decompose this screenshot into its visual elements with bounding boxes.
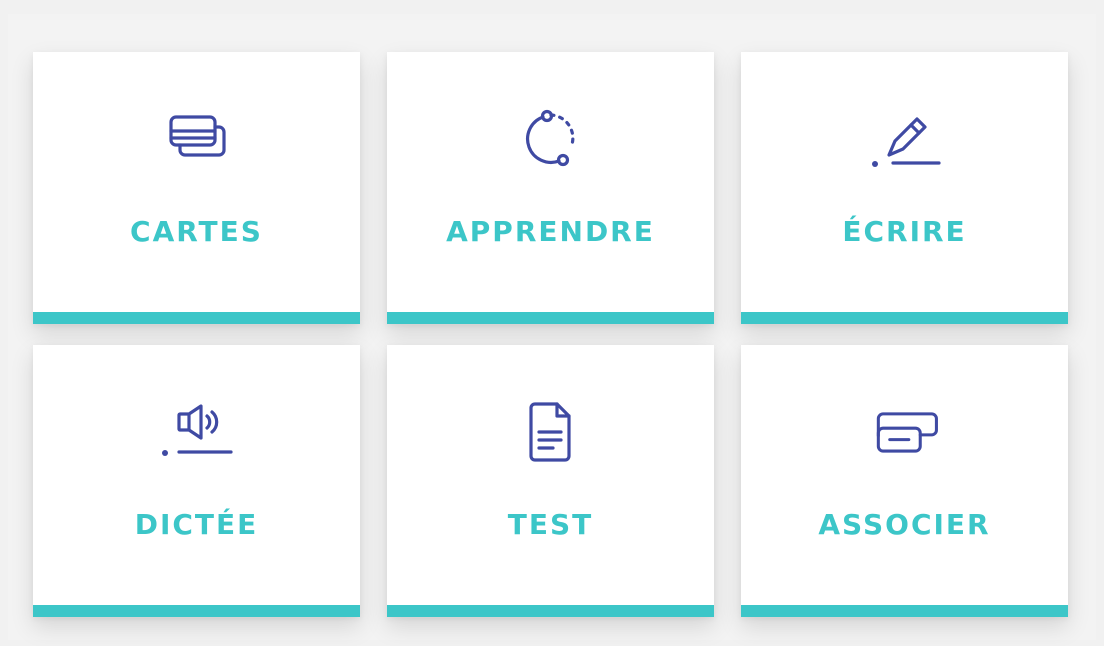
mode-label-apprendre: APPRENDRE <box>446 215 655 248</box>
mode-label-cartes: CARTES <box>130 215 263 248</box>
match-icon <box>865 397 945 467</box>
mode-label-test: TEST <box>507 508 594 541</box>
mode-card-associer[interactable]: ASSOCIER <box>741 345 1068 617</box>
pen-write-icon <box>865 104 945 174</box>
mode-label-associer: ASSOCIER <box>818 508 991 541</box>
accent-bar <box>387 605 714 617</box>
cards-icon <box>157 104 237 174</box>
accent-bar <box>33 605 360 617</box>
mode-card-ecrire[interactable]: ÉCRIRE <box>741 52 1068 324</box>
accent-bar <box>33 312 360 324</box>
mode-label-ecrire: ÉCRIRE <box>842 215 967 248</box>
accent-bar <box>741 312 1068 324</box>
mode-card-cartes[interactable]: CARTES <box>33 52 360 324</box>
mode-label-dictee: DICTÉE <box>134 508 259 541</box>
learn-cycle-icon <box>511 104 591 174</box>
accent-bar <box>741 605 1068 617</box>
mode-card-test[interactable]: TEST <box>387 345 714 617</box>
accent-bar <box>387 312 714 324</box>
mode-card-apprendre[interactable]: APPRENDRE <box>387 52 714 324</box>
document-icon <box>511 397 591 467</box>
speaker-icon <box>157 397 237 467</box>
study-modes-grid: CARTES APPRENDRE ÉCRIRE DICTÉE TEST ASSO… <box>33 52 1068 617</box>
mode-card-dictee[interactable]: DICTÉE <box>33 345 360 617</box>
